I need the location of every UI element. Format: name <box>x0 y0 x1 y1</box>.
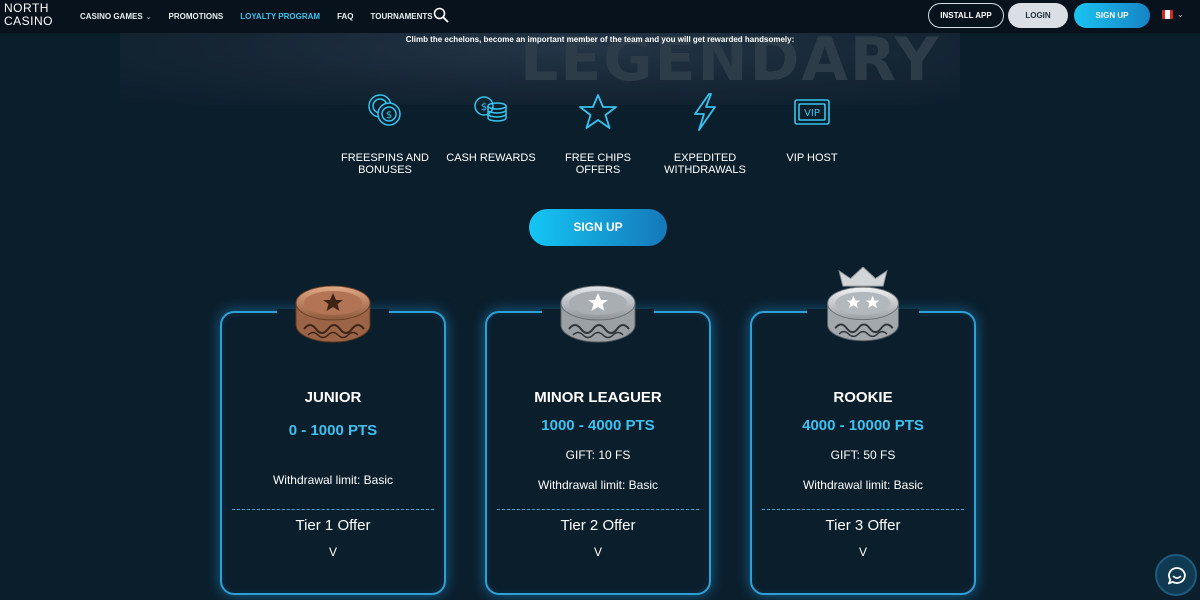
loyalty-tagline: Climb the echelons, become an important … <box>405 35 795 44</box>
sign-up-button[interactable]: SIGN UP <box>529 209 667 246</box>
feature-freespins: $ FREESPINS AND BONUSES <box>335 92 435 176</box>
tier-offer-toggle[interactable]: Tier 3 Offer <box>752 517 974 534</box>
feature-label: CASH REWARDS <box>441 152 541 164</box>
logo-line-2: CASINO <box>4 14 54 28</box>
feature-cash-rewards: $ CASH REWARDS <box>441 92 541 164</box>
search-icon[interactable] <box>433 7 449 23</box>
feature-label: FREESPINS AND BONUSES <box>335 152 435 176</box>
tier-withdrawal-limit: Withdrawal limit: Basic <box>272 473 394 487</box>
header-sign-up-button[interactable]: SIGN UP <box>1074 3 1150 28</box>
tier-points: 4000 - 10000 PTS <box>802 417 924 434</box>
feature-label-line1: VIP HOST <box>786 152 838 164</box>
feature-label-line1: FREE CHIPS <box>564 152 631 164</box>
tier-title: JUNIOR <box>304 389 362 406</box>
tier-card-minor-leaguer: MINOR LEAGUER 1000 - 4000 PTS GIFT: 10 F… <box>485 285 711 595</box>
svg-text:VIP: VIP <box>804 108 820 119</box>
feature-label-line1: FREESPINS AND <box>340 152 430 164</box>
coin-stack-icon: $ <box>474 96 507 122</box>
feature-label: VIP HOST <box>762 152 862 164</box>
feature-label-line1: EXPEDITED <box>673 152 737 164</box>
chevron-down-icon[interactable]: ⌄ <box>1177 10 1184 19</box>
tier-title: ROOKIE <box>833 389 893 406</box>
chevron-down-icon[interactable]: V <box>222 545 444 559</box>
card-divider <box>497 509 699 510</box>
feature-label-line2: BONUSES <box>358 164 412 176</box>
tier-withdrawal-limit: Withdrawal limit: Basic <box>802 478 924 492</box>
card-divider <box>762 509 964 510</box>
feature-label-line2: WITHDRAWALS <box>664 164 746 176</box>
feature-label: EXPEDITED WITHDRAWALS <box>655 152 755 176</box>
nav-tournaments[interactable]: TOURNAMENTS <box>371 12 433 21</box>
nav-faq[interactable]: FAQ <box>337 12 353 21</box>
poker-chips-dollar-icon: $ <box>368 94 401 126</box>
north-casino-logo[interactable]: NORTH CASINO <box>4 2 64 30</box>
chat-bubble-icon <box>1168 567 1186 585</box>
svg-text:$: $ <box>481 102 487 113</box>
tier-withdrawal-limit: Withdrawal limit: Basic <box>537 478 659 492</box>
feature-expedited-withdrawals: EXPEDITED WITHDRAWALS <box>655 92 755 176</box>
login-button[interactable]: LOGIN <box>1008 3 1068 28</box>
feature-free-chips: FREE CHIPS OFFERS <box>548 92 648 176</box>
crowned-silver-tier-badge-icon <box>827 267 899 342</box>
tier-gift: GIFT: 10 FS <box>565 448 631 462</box>
tier-points: 0 - 1000 PTS <box>288 422 378 439</box>
nav-loyalty-program[interactable]: LOYALTY PROGRAM <box>240 12 320 21</box>
nav-casino-games[interactable]: CASINO GAMES ⌄ <box>80 12 152 21</box>
svg-text:$: $ <box>386 110 392 121</box>
lightning-icon <box>694 93 716 131</box>
tier-offer-toggle[interactable]: Tier 2 Offer <box>487 517 709 534</box>
feature-vip-host: VIP VIP HOST <box>762 92 862 164</box>
tier-points: 1000 - 4000 PTS <box>541 417 655 434</box>
nav-casino-games-label: CASINO GAMES <box>80 12 143 21</box>
chevron-down-icon: ⌄ <box>145 14 152 21</box>
bronze-tier-badge-icon <box>295 285 371 343</box>
top-navigation-bar: NORTH CASINO CASINO GAMES ⌄ PROMOTIONS LO… <box>0 0 1200 33</box>
tier-offer-toggle[interactable]: Tier 1 Offer <box>222 517 444 534</box>
chevron-down-icon[interactable]: V <box>752 545 974 559</box>
live-chat-button[interactable] <box>1155 554 1197 596</box>
tier-card-rookie: ROOKIE 4000 - 10000 PTS GIFT: 50 FS With… <box>750 267 976 595</box>
tier-title: MINOR LEAGUER <box>534 389 662 406</box>
vip-ticket-icon: VIP <box>794 99 830 125</box>
chevron-down-icon[interactable]: V <box>487 545 709 559</box>
nav-promotions[interactable]: PROMOTIONS <box>169 12 224 21</box>
feature-label: FREE CHIPS OFFERS <box>548 152 648 176</box>
canada-flag-icon[interactable] <box>1162 10 1173 19</box>
tier-card-junior: JUNIOR 0 - 1000 PTS Withdrawal limit: Ba… <box>220 285 446 595</box>
feature-label-line2: OFFERS <box>575 164 621 176</box>
star-icon <box>579 94 617 129</box>
card-divider <box>232 509 434 510</box>
main-nav: CASINO GAMES ⌄ PROMOTIONS LOYALTY PROGRAM… <box>80 0 450 33</box>
install-app-button[interactable]: INSTALL APP <box>928 3 1004 28</box>
tier-gift: GIFT: 50 FS <box>830 448 896 462</box>
feature-label-line1: CASH REWARDS <box>446 152 536 164</box>
silver-tier-badge-icon <box>560 285 636 343</box>
